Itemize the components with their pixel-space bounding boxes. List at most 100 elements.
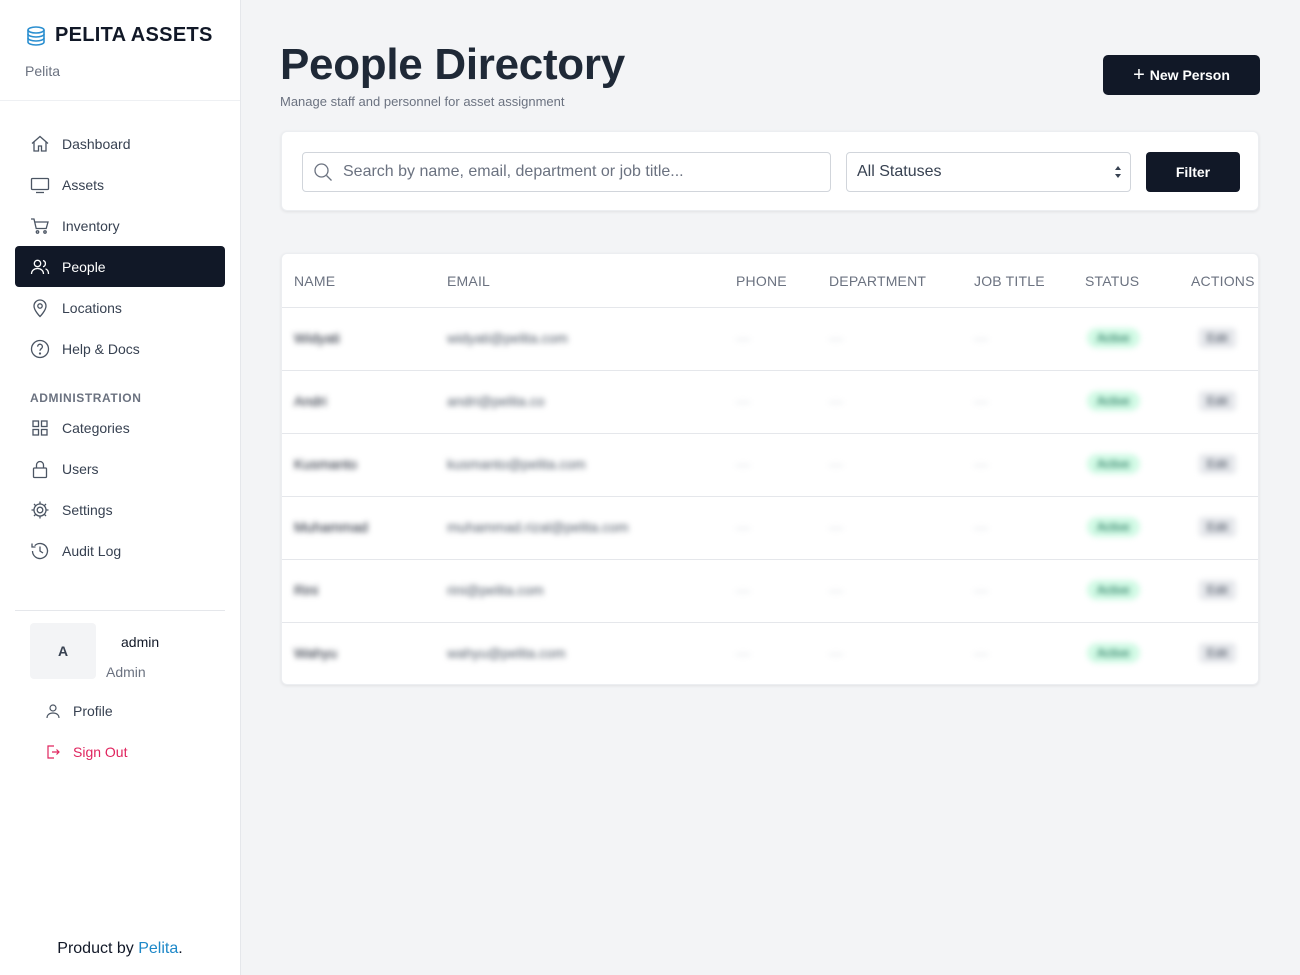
column-header-name[interactable]: NAME	[294, 273, 335, 289]
status-badge: Active	[1087, 454, 1140, 474]
cell-department: —	[829, 393, 843, 409]
sidebar-item-audit-log[interactable]: Audit Log	[15, 530, 225, 571]
search-input[interactable]	[343, 163, 823, 181]
sidebar-item-label: Assets	[62, 176, 105, 193]
search-field[interactable]	[302, 152, 831, 192]
filter-button[interactable]: Filter	[1146, 152, 1240, 192]
cell-job-title: —	[974, 393, 988, 409]
column-header-job-title[interactable]: JOB TITLE	[974, 273, 1045, 289]
cell-department: —	[829, 519, 843, 535]
footer-brand-link[interactable]: Pelita	[138, 940, 178, 957]
sidebar-item-inventory[interactable]: Inventory	[15, 205, 225, 246]
table-row[interactable]: Kusmanto kusmanto@pelita.com — — — Active Edit	[282, 434, 1258, 497]
sidebar-item-help[interactable]: Help & Docs	[15, 328, 225, 369]
sidebar-item-dashboard[interactable]: Dashboard	[15, 123, 225, 164]
sidebar-item-locations[interactable]: Locations	[15, 287, 225, 328]
cell-job-title: —	[974, 582, 988, 598]
sidebar-item-people[interactable]: People	[15, 246, 225, 287]
column-header-actions[interactable]: ACTIONS	[1191, 273, 1255, 289]
row-action-button[interactable]: Edit	[1199, 517, 1236, 537]
map-pin-icon	[30, 298, 50, 318]
cell-department: —	[829, 330, 843, 346]
row-action-button[interactable]: Edit	[1199, 328, 1236, 348]
table-header: NAME EMAIL PHONE DEPARTMENT JOB TITLE ST…	[282, 254, 1258, 308]
row-action-button[interactable]: Edit	[1199, 643, 1236, 663]
home-icon	[30, 134, 50, 154]
footer-suffix: .	[178, 940, 183, 957]
cell-name: Widyati	[294, 330, 340, 346]
cell-email: kusmanto@pelita.com	[447, 456, 586, 472]
sign-out-label: Sign Out	[73, 744, 128, 760]
page-subtitle: Manage staff and personnel for asset ass…	[280, 94, 565, 109]
cell-job-title: —	[974, 519, 988, 535]
cell-email: andri@pelita.co	[447, 393, 545, 409]
new-person-label: New Person	[1149, 67, 1230, 83]
status-badge: Active	[1087, 517, 1140, 537]
sidebar-item-label: Settings	[62, 501, 113, 518]
cell-phone: —	[736, 393, 750, 409]
users-icon	[30, 257, 50, 277]
cell-phone: —	[736, 456, 750, 472]
column-header-status[interactable]: STATUS	[1085, 273, 1139, 289]
table-row[interactable]: Wahyu wahyu@pelita.com — — — Active Edit	[282, 623, 1258, 684]
select-arrows-icon	[1114, 164, 1122, 180]
table-row[interactable]: Andri andri@pelita.co — — — Active Edit	[282, 371, 1258, 434]
cell-email: muhammad.rizal@pelita.com	[447, 519, 629, 535]
sidebar-item-assets[interactable]: Assets	[15, 164, 225, 205]
row-action-button[interactable]: Edit	[1199, 391, 1236, 411]
cell-name: Kusmanto	[294, 456, 358, 472]
filter-bar: All Statuses Filter	[281, 131, 1259, 211]
sidebar-item-users[interactable]: Users	[15, 448, 225, 489]
column-header-phone[interactable]: PHONE	[736, 273, 787, 289]
status-badge: Active	[1087, 643, 1140, 663]
table-row[interactable]: Muhammad muhammad.rizal@pelita.com — — — Acti…	[282, 497, 1258, 560]
sidebar-item-settings[interactable]: Settings	[15, 489, 225, 530]
column-header-email[interactable]: EMAIL	[447, 273, 490, 289]
cell-name: Andri	[294, 393, 327, 409]
avatar[interactable]: A	[30, 623, 96, 679]
cart-icon	[30, 216, 50, 236]
status-badge: Active	[1087, 391, 1140, 411]
sidebar-item-label: Locations	[62, 299, 122, 316]
table-row[interactable]: Widyati widyati@pelita.com — — — Active Edit	[282, 308, 1258, 371]
search-icon	[313, 162, 333, 182]
status-badge: Active	[1087, 328, 1140, 348]
cell-email: widyati@pelita.com	[447, 330, 568, 346]
new-person-button[interactable]: + New Person	[1103, 55, 1260, 95]
sign-out-icon	[45, 744, 61, 760]
database-icon	[25, 25, 47, 47]
sidebar-item-label: Audit Log	[62, 542, 122, 559]
sidebar-item-categories[interactable]: Categories	[15, 407, 225, 448]
footer: Product by Pelita.	[0, 940, 240, 958]
cell-phone: —	[736, 645, 750, 661]
monitor-icon	[30, 175, 50, 195]
column-header-department[interactable]: DEPARTMENT	[829, 273, 926, 289]
sign-out-link[interactable]: Sign Out	[45, 744, 127, 760]
row-action-button[interactable]: Edit	[1199, 580, 1236, 600]
divider	[15, 610, 225, 611]
sidebar: PELITA ASSETS Pelita Dashboard Assets In…	[0, 0, 241, 975]
sidebar-item-label: Users	[62, 460, 99, 477]
status-select-value: All Statuses	[857, 163, 942, 180]
user-icon	[45, 703, 61, 719]
table-row[interactable]: Rini rini@pelita.com — — — Active Edit	[282, 560, 1258, 623]
divider	[0, 100, 240, 101]
profile-link[interactable]: Profile	[45, 703, 113, 719]
people-table: NAME EMAIL PHONE DEPARTMENT JOB TITLE ST…	[281, 253, 1259, 685]
brand[interactable]: PELITA ASSETS	[25, 24, 213, 47]
footer-prefix: Product by	[57, 940, 139, 957]
row-action-button[interactable]: Edit	[1199, 454, 1236, 474]
cell-name: Wahyu	[294, 645, 338, 661]
cell-department: —	[829, 456, 843, 472]
sidebar-item-label: Help & Docs	[62, 340, 140, 357]
cell-name: Muhammad	[294, 519, 368, 535]
plus-icon: +	[1133, 64, 1145, 86]
cell-job-title: —	[974, 330, 988, 346]
help-icon	[30, 339, 50, 359]
sidebar-nav: Dashboard Assets Inventory People Locati…	[15, 123, 225, 571]
grid-icon	[30, 418, 50, 438]
cell-phone: —	[736, 582, 750, 598]
status-select[interactable]: All Statuses	[846, 152, 1131, 192]
sidebar-item-label: Categories	[62, 419, 130, 436]
cell-phone: —	[736, 330, 750, 346]
